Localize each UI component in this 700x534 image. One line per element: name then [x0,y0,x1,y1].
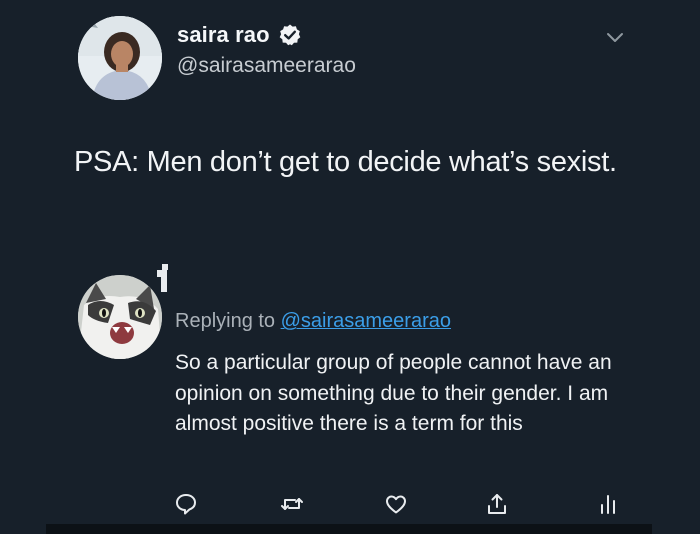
like-icon [386,495,406,514]
retweet-icon [281,498,303,510]
share-button[interactable] [483,490,511,518]
tweet-text: PSA: Men don’t get to decide what’s sexi… [74,146,617,178]
tweet-card: saira rao @sairasameerarao PSA: Men don’… [0,0,700,534]
reply-author-avatar[interactable] [78,275,162,359]
replying-to-handle-link[interactable]: @sairasameerarao [281,310,451,332]
replying-to-line: Replying to @sairasameerarao [175,310,451,333]
analytics-icon [601,495,615,514]
verified-badge-icon [278,23,302,47]
thread-indicator [153,264,169,294]
author-avatar[interactable] [78,16,162,100]
reply-icon [176,494,196,515]
retweet-button[interactable] [278,490,306,518]
reply-text: So a particular group of people cannot h… [175,351,612,435]
chevron-down-icon[interactable] [604,30,626,46]
author-handle[interactable]: @sairasameerarao [177,54,356,78]
author-avatar-image [78,16,162,100]
reply-avatar-image [78,275,162,359]
like-button[interactable] [382,490,410,518]
share-icon [488,494,506,514]
author-name-row: saira rao [177,22,302,48]
bottom-divider [46,524,652,534]
reply-button[interactable] [172,490,200,518]
analytics-button[interactable] [594,490,622,518]
replying-to-label: Replying to [175,310,276,332]
author-display-name[interactable]: saira rao [177,22,270,48]
